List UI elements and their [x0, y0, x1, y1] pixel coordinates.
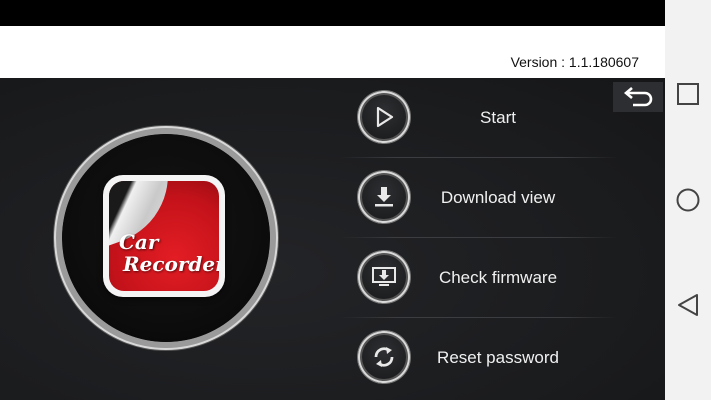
- firmware-update-icon[interactable]: [358, 251, 410, 303]
- menu-label-reset-password: Reset password: [437, 348, 559, 367]
- download-icon[interactable]: [358, 171, 410, 223]
- logo-tile: Car Recorder: [103, 175, 225, 297]
- back-triangle-icon[interactable]: [675, 292, 701, 318]
- logo-red-badge: Car Recorder: [109, 181, 219, 291]
- header-bar: Version : 1.1.180607: [0, 26, 665, 78]
- recent-apps-icon[interactable]: [675, 81, 701, 107]
- android-nav-bar: [665, 0, 711, 400]
- logo-text-line2: Recorder: [123, 252, 219, 276]
- logo-text-line1: Car: [119, 230, 159, 254]
- logo-text: Car Recorder: [119, 231, 219, 275]
- menu-item-check-firmware[interactable]: Check firmware: [340, 238, 618, 318]
- car-recorder-logo: Car Recorder: [62, 134, 270, 342]
- play-icon[interactable]: [358, 91, 410, 143]
- menu-item-download-view[interactable]: Download view: [340, 158, 618, 238]
- menu-label-start: Start: [480, 108, 516, 127]
- menu-item-reset-password[interactable]: Reset password: [340, 318, 618, 398]
- back-arrow-icon: [623, 87, 653, 107]
- refresh-icon[interactable]: [358, 331, 410, 383]
- menu-label-download-view: Download view: [440, 188, 556, 207]
- main-panel: Car Recorder Start Download view Check f…: [0, 78, 665, 400]
- menu-label-check-firmware: Check firmware: [438, 268, 558, 287]
- menu-item-start[interactable]: Start: [340, 78, 618, 158]
- home-icon[interactable]: [675, 187, 701, 213]
- back-button[interactable]: [613, 82, 663, 112]
- status-bar: [0, 0, 665, 26]
- version-label: Version : 1.1.180607: [510, 54, 639, 70]
